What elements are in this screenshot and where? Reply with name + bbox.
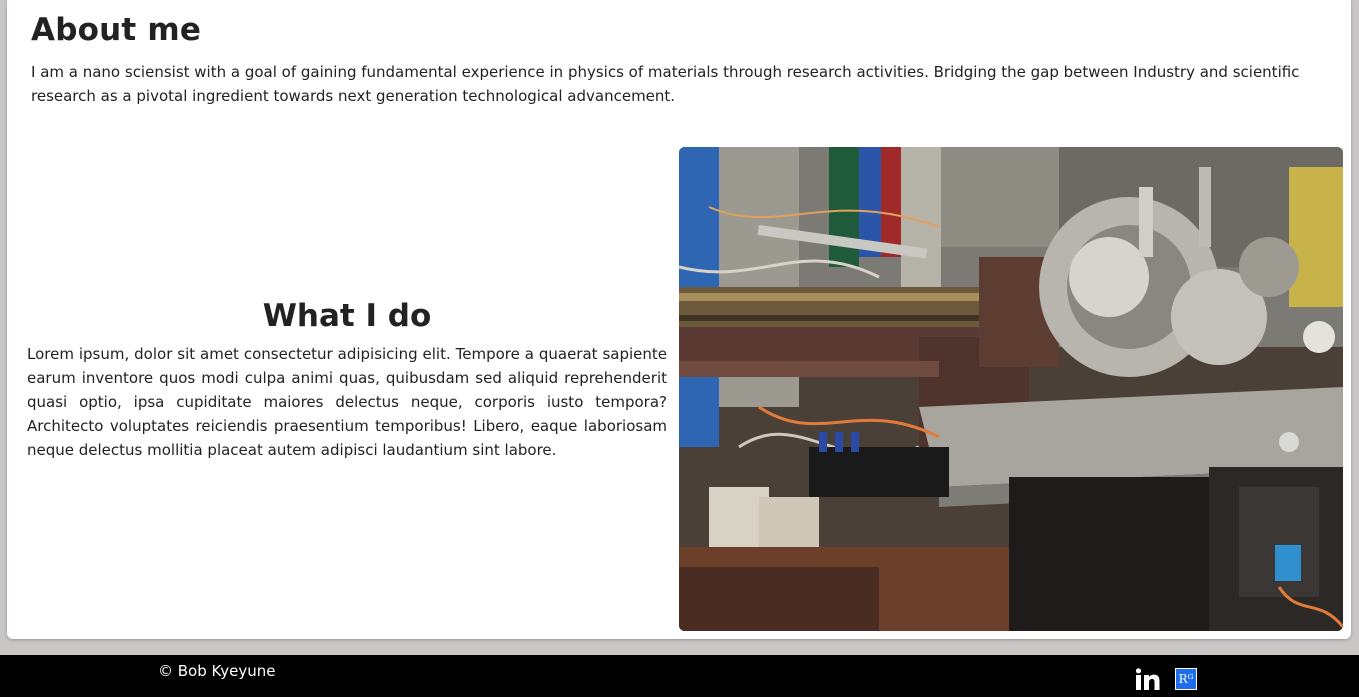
footer: © Bob Kyeyune Rᴳ bbox=[0, 655, 1359, 697]
researchgate-icon[interactable]: Rᴳ bbox=[1175, 668, 1197, 690]
about-text: I am a nano sciensist with a goal of gai… bbox=[31, 63, 1300, 105]
what-i-do-title: What I do bbox=[262, 298, 432, 334]
copyright-text: © Bob Kyeyune bbox=[158, 662, 276, 680]
about-card: About me I am a nano sciensist with a go… bbox=[7, 0, 1351, 639]
what-i-do-section: What I do Lorem ipsum, dolor sit amet co… bbox=[27, 298, 667, 462]
about-title: About me bbox=[31, 12, 202, 48]
lab-equipment-photo bbox=[679, 147, 1343, 631]
what-i-do-text: Lorem ipsum, dolor sit amet consectetur … bbox=[27, 345, 667, 459]
linkedin-icon[interactable] bbox=[1135, 668, 1160, 694]
